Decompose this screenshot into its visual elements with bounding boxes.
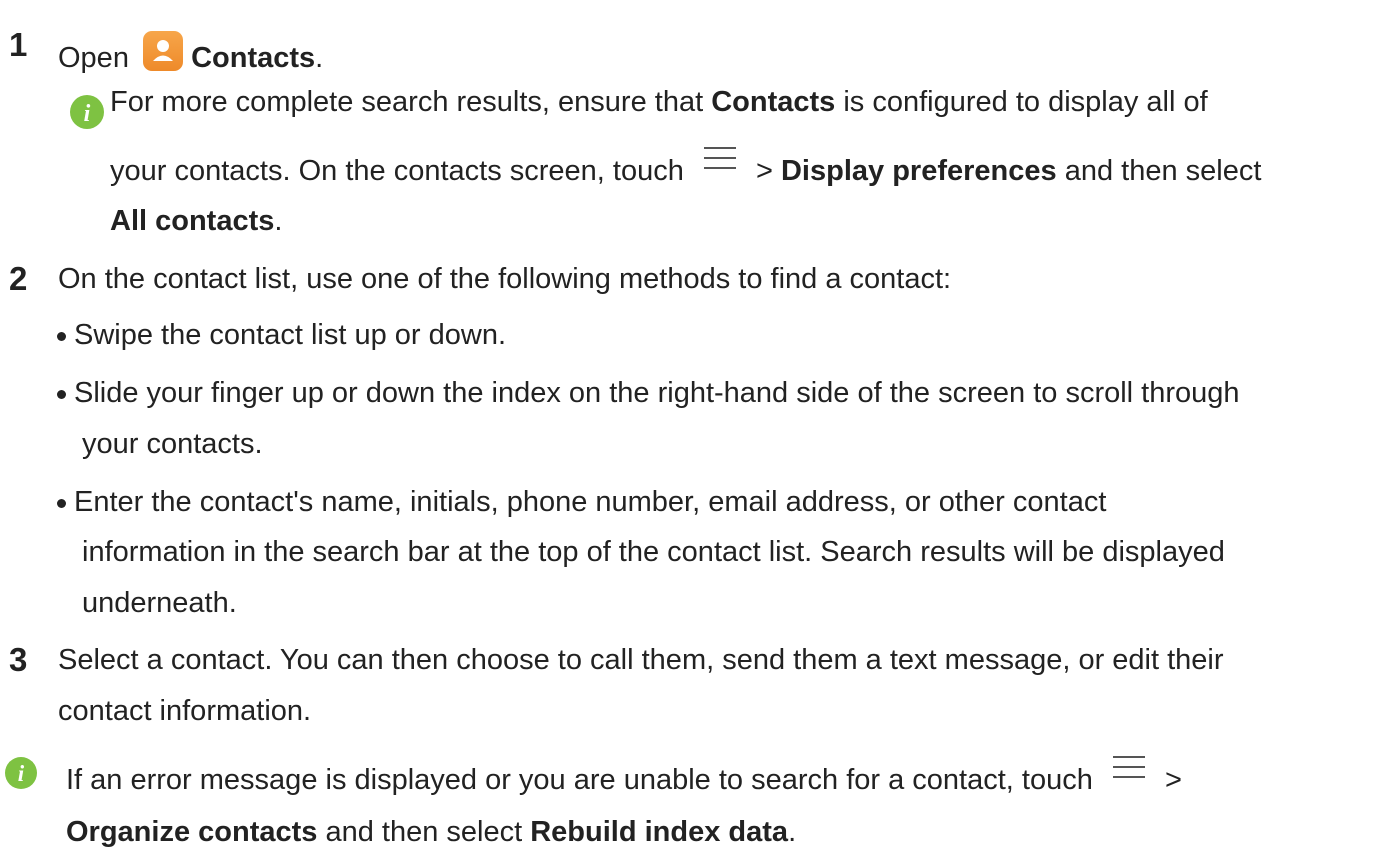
info-icon: i: [5, 757, 37, 789]
step-2-text: On the contact list, use one of the foll…: [58, 263, 952, 295]
note-text: and then select: [1064, 155, 1262, 187]
note-bold-rebuild-index: Rebuild index data: [530, 816, 789, 848]
bullet-text-cont: information in the search bar at the top…: [82, 536, 1225, 568]
note-end: .: [788, 816, 797, 848]
menu-icon: [1112, 756, 1145, 779]
note-text: For more complete search results, ensure…: [110, 86, 704, 118]
note-bold-display-preferences: Display preferences: [780, 155, 1057, 187]
svg-text:i: i: [84, 101, 91, 127]
bullet-text: Enter the contact's name, initials, phon…: [74, 486, 1107, 518]
svg-text:i: i: [18, 761, 25, 786]
bottom-note-line-1: If an error message is displayed or you …: [66, 756, 1182, 796]
bullet-dot: [57, 389, 66, 399]
note-arrow: >: [755, 155, 773, 187]
note-end: .: [274, 205, 283, 237]
note-bold-contacts: Contacts: [711, 86, 836, 118]
bullet-text-cont: your contacts.: [82, 428, 263, 460]
list-item: Enter the contact's name, initials, phon…: [57, 488, 1106, 517]
list-item: Swipe the contact list up or down.: [57, 321, 506, 350]
step-open-label: Open: [58, 42, 129, 74]
bullet-text: Slide your finger up or down the index o…: [74, 377, 1240, 409]
step-number: 2: [9, 260, 28, 297]
contacts-app-icon: [143, 31, 184, 71]
menu-icon: [703, 147, 736, 170]
note-line-3: All contacts.: [110, 207, 282, 236]
note-text: If an error message is displayed or you …: [66, 764, 1093, 796]
note-arrow: >: [1164, 764, 1182, 796]
step-1-text: Open Contacts.: [58, 31, 323, 73]
bullet-text-cont: underneath.: [82, 587, 237, 619]
bullet-dot: [57, 331, 66, 341]
step-1-end: .: [315, 42, 324, 74]
note-text: is configured to display all of: [843, 86, 1208, 118]
step-3-text-cont: contact information.: [58, 695, 312, 727]
note-line-2: your contacts. On the contacts screen, t…: [110, 147, 1262, 187]
info-icon: i: [70, 95, 104, 129]
note-text: and then select: [325, 816, 523, 848]
note-line-1: For more complete search results, ensure…: [110, 88, 1208, 117]
bullet-text: Swipe the contact list up or down.: [74, 319, 507, 351]
note-bold-organize-contacts: Organize contacts: [66, 816, 318, 848]
note-text: your contacts. On the contacts screen, t…: [110, 155, 684, 187]
step-3-text: Select a contact. You can then choose to…: [58, 644, 1224, 676]
note-bold-all-contacts: All contacts: [110, 205, 275, 237]
app-name: Contacts: [191, 42, 316, 74]
step-number: 1: [9, 26, 28, 63]
bullet-dot: [57, 498, 66, 508]
list-item: Slide your finger up or down the index o…: [57, 379, 1240, 408]
step-number: 3: [9, 641, 28, 678]
